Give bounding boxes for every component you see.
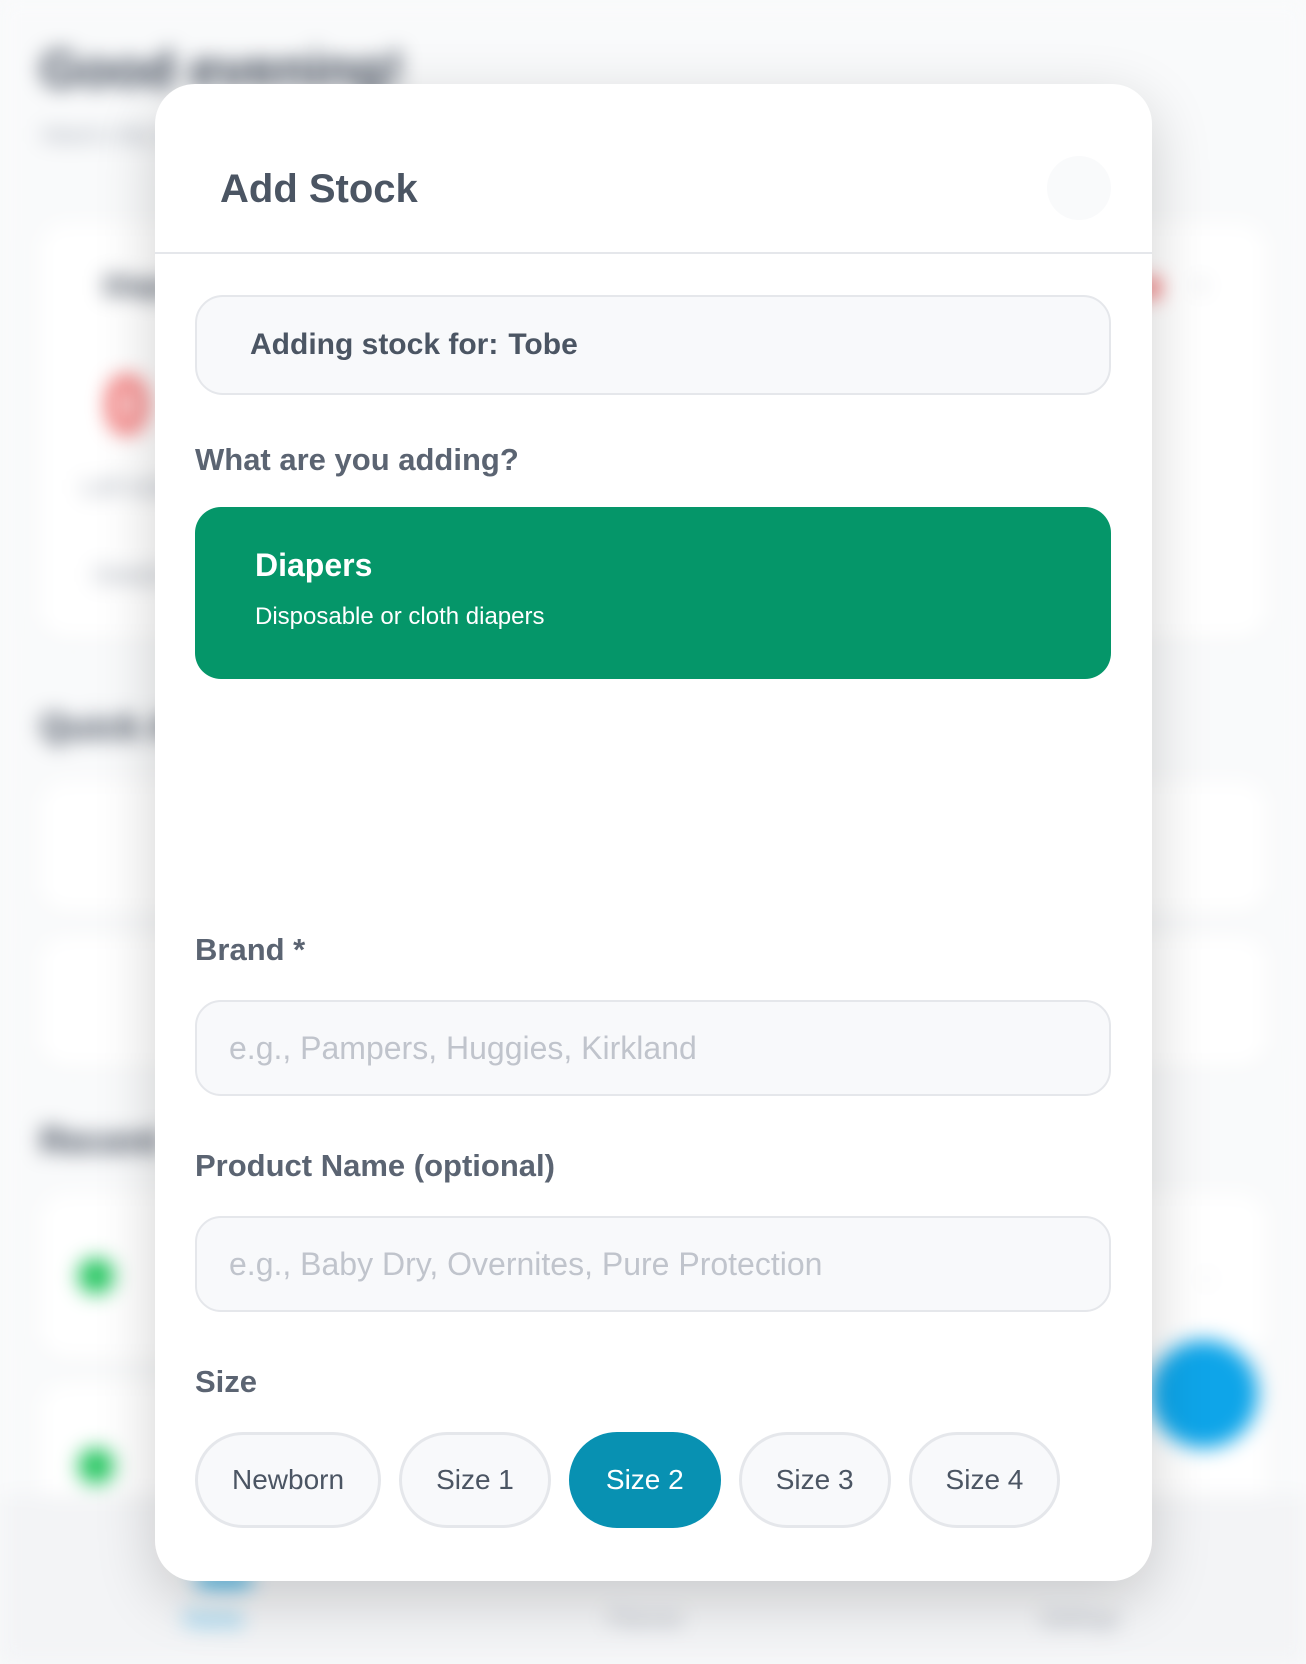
- size-option-3[interactable]: Size 3: [738, 1432, 891, 1528]
- size-option-1[interactable]: Size 1: [399, 1432, 551, 1528]
- size-option-newborn[interactable]: Newborn: [195, 1432, 382, 1528]
- type-option-title: Diapers: [255, 547, 373, 583]
- recent-title: Recent: [40, 1120, 161, 1161]
- product-name-label: Product Name (optional): [195, 1148, 555, 1183]
- chevron-right-icon: ›: [1202, 1262, 1211, 1292]
- status-dot-icon: [78, 1258, 114, 1294]
- add-stock-modal: Add Stock Adding stock for: Tobe What are…: [155, 84, 1152, 1581]
- brand-label: Brand *: [195, 932, 306, 967]
- size-option-4[interactable]: Size 4: [908, 1432, 1061, 1528]
- modal-title: Add Stock: [220, 167, 418, 211]
- size-options: Newborn Size 1 Size 2 Size 3 Size 4: [195, 1432, 1061, 1528]
- tab-planner: Planner: [608, 1606, 684, 1631]
- what-adding-label: What are you adding?: [195, 442, 519, 477]
- brand-input[interactable]: [195, 1000, 1111, 1096]
- modal-header: Add Stock: [155, 84, 1152, 254]
- chevron-right-icon: ›: [1196, 268, 1206, 299]
- status-dot-icon: [78, 1448, 114, 1484]
- close-icon[interactable]: [1047, 156, 1111, 220]
- adding-for-prefix: Adding stock for:: [250, 328, 499, 361]
- type-option-diapers[interactable]: Diapers Disposable or cloth diapers: [195, 507, 1111, 679]
- product-name-input[interactable]: [195, 1216, 1111, 1312]
- add-fab-button: [1150, 1340, 1258, 1448]
- adding-for-banner: Adding stock for: Tobe: [195, 295, 1111, 395]
- size-option-2[interactable]: Size 2: [568, 1432, 721, 1528]
- type-option-description: Disposable or cloth diapers: [255, 603, 545, 630]
- tab-settings: Settings: [1040, 1606, 1120, 1631]
- child-name: Tobe: [508, 328, 578, 361]
- tab-home: Home: [184, 1606, 243, 1631]
- size-label: Size: [195, 1364, 258, 1399]
